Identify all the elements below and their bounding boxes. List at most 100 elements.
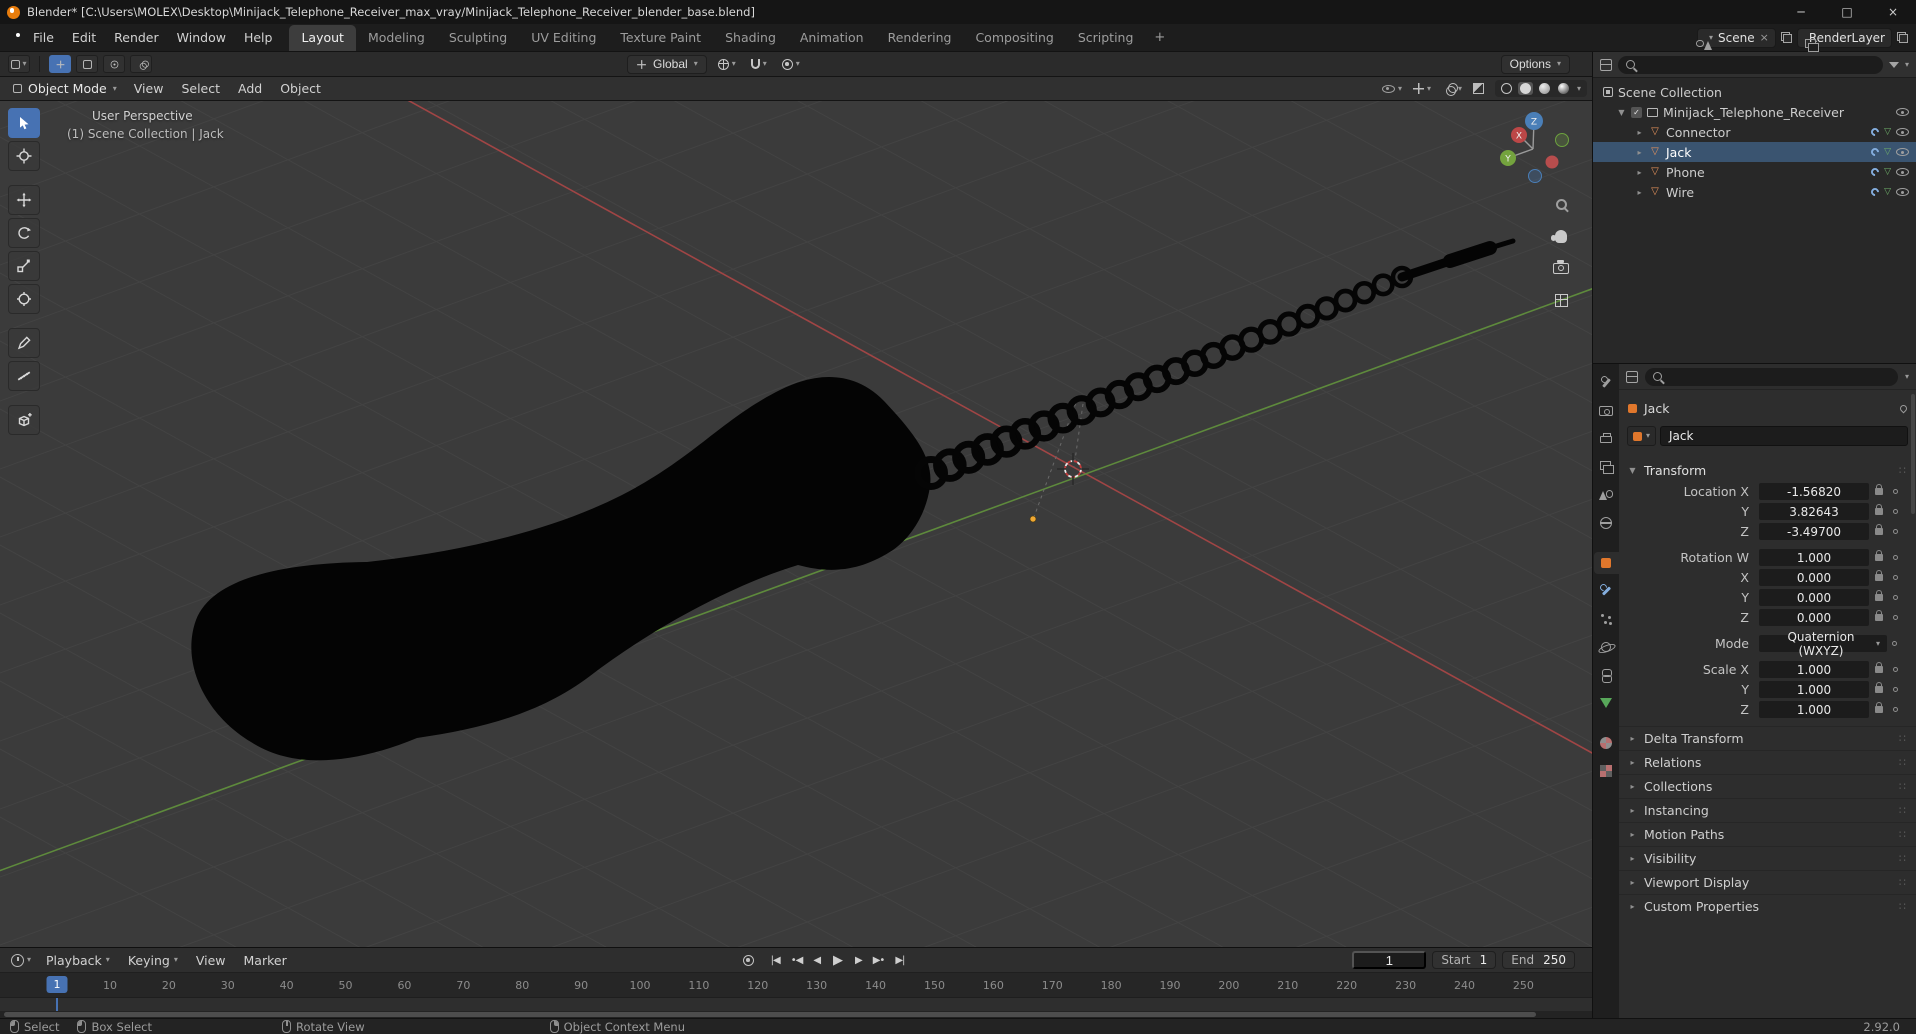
workspace-tab[interactable]: Texture Paint: [608, 25, 713, 51]
value-field[interactable]: 1.000: [1759, 549, 1869, 566]
value-field[interactable]: 0.000: [1759, 569, 1869, 586]
gizmo-axis-y-negative[interactable]: [1555, 133, 1569, 147]
gizmo-axis-z-negative[interactable]: [1528, 169, 1542, 183]
cable-jack-connector[interactable]: [1397, 238, 1516, 282]
collapsed-section[interactable]: ▸ Collections ∷: [1619, 774, 1916, 798]
object-browse-dropdown[interactable]: ▾: [1627, 426, 1657, 446]
visibility-eye-icon[interactable]: [1896, 108, 1909, 116]
timeline-editor-type-button[interactable]: ▾: [7, 952, 35, 969]
auto-keying-toggle[interactable]: [739, 953, 758, 968]
visibility-eye-icon[interactable]: [1896, 148, 1909, 156]
blender-menu-button[interactable]: [0, 30, 24, 45]
lock-icon[interactable]: [1874, 662, 1883, 673]
tab-material[interactable]: [1594, 732, 1619, 754]
animate-dot-icon[interactable]: [1893, 595, 1898, 600]
outliner-item-phone[interactable]: ▸ ▽ Phone ▽: [1593, 162, 1916, 182]
unlink-icon[interactable]: ×: [1760, 31, 1769, 44]
tab-render[interactable]: [1594, 400, 1619, 422]
properties-scrollbar[interactable]: [1911, 394, 1915, 514]
tab-tool[interactable]: [1594, 372, 1619, 394]
timeline-next-frame[interactable]: ▶: [850, 953, 867, 968]
tool-transform[interactable]: [8, 284, 40, 314]
animate-dot-icon[interactable]: [1893, 489, 1898, 494]
view-layer-selector[interactable]: RenderLayer: [1796, 27, 1892, 48]
orthographic-toggle-button[interactable]: [1548, 287, 1574, 313]
drag-handle-icon[interactable]: ∷: [1899, 828, 1907, 841]
shading-solid-button[interactable]: [1517, 82, 1533, 95]
scrollbar-thumb[interactable]: [4, 1012, 1536, 1017]
overlays-dropdown[interactable]: ▾: [1438, 81, 1466, 96]
tab-view-layer[interactable]: [1594, 456, 1619, 478]
timeline-menu[interactable]: View▾: [187, 948, 235, 972]
telephone-handset-silhouette[interactable]: [191, 377, 931, 761]
animate-dot-icon[interactable]: [1893, 509, 1898, 514]
current-frame-field[interactable]: 1: [1352, 951, 1427, 969]
outliner-item-connector[interactable]: ▸ ▽ Connector ▽: [1593, 122, 1916, 142]
snap-toggle[interactable]: ▾: [747, 57, 771, 71]
window-close[interactable]: ×: [1870, 0, 1916, 24]
value-field[interactable]: 0.000: [1759, 589, 1869, 606]
workspace-tab[interactable]: Shading: [713, 25, 788, 51]
active-tool-dropdown[interactable]: ▾: [8, 55, 30, 73]
drag-handle-icon[interactable]: ∷: [1899, 756, 1907, 769]
timeline-prev-keyframe[interactable]: •◀: [786, 953, 808, 968]
tab-scene[interactable]: [1594, 484, 1619, 506]
drag-handle-icon[interactable]: ∷: [1899, 732, 1907, 745]
properties-editor-icon[interactable]: [1626, 370, 1638, 383]
value-field[interactable]: 1.000: [1759, 661, 1869, 678]
pivot-point-dropdown[interactable]: ▾: [714, 57, 740, 72]
timeline-play[interactable]: ▶: [826, 952, 849, 969]
collapsed-section[interactable]: ▸ Relations ∷: [1619, 750, 1916, 774]
drag-handle-icon[interactable]: ∷: [1899, 804, 1907, 817]
expand-arrow-icon[interactable]: ▸: [1635, 128, 1644, 137]
tool-cursor[interactable]: [8, 141, 40, 171]
gizmos-dropdown[interactable]: ▾: [1409, 81, 1435, 96]
shading-wireframe-button[interactable]: [1499, 82, 1514, 95]
tab-output[interactable]: [1594, 428, 1619, 450]
visibility-eye-icon[interactable]: [1896, 168, 1909, 176]
lock-icon[interactable]: [1874, 702, 1883, 713]
scene-selector[interactable]: ▾ Scene ×: [1696, 27, 1776, 48]
camera-view-button[interactable]: [1548, 255, 1574, 281]
viewport-menu[interactable]: View: [125, 77, 173, 100]
animate-dot-icon[interactable]: [1893, 707, 1898, 712]
tab-physics[interactable]: [1594, 636, 1619, 658]
topbar-menu[interactable]: File: [24, 24, 63, 51]
mode-selector[interactable]: Object Mode ▾: [5, 81, 125, 96]
add-workspace-button[interactable]: +: [1145, 30, 1174, 45]
timeline-ruler[interactable]: 10 20 30 40 50 60 70 80 90 100 110 120 130 140 150 160 1…: [0, 973, 1592, 998]
drag-handle-icon[interactable]: ∷: [1899, 876, 1907, 889]
timeline-prev-frame[interactable]: ◀: [808, 953, 825, 968]
timeline-next-keyframe[interactable]: ▶•: [868, 953, 890, 968]
tab-texture[interactable]: [1594, 760, 1619, 782]
zoom-button[interactable]: [1548, 191, 1574, 217]
value-field[interactable]: 1.000: [1759, 681, 1869, 698]
gizmo-axis-x-negative[interactable]: [1545, 155, 1559, 169]
lock-icon[interactable]: [1874, 484, 1883, 495]
animate-dot-icon[interactable]: [1893, 575, 1898, 580]
workspace-tab[interactable]: Modeling: [356, 25, 437, 51]
filter-icon[interactable]: [1888, 61, 1899, 68]
outliner-item-scene-collection[interactable]: Scene Collection: [1593, 82, 1916, 102]
timeline-menu[interactable]: Marker▾: [235, 948, 296, 972]
viewport-menu[interactable]: Object: [271, 77, 330, 100]
tab-object[interactable]: [1593, 552, 1619, 574]
animate-dot-icon[interactable]: [1893, 555, 1898, 560]
tab-data[interactable]: [1594, 692, 1619, 714]
lock-icon[interactable]: [1874, 550, 1883, 561]
value-field[interactable]: 3.82643: [1759, 503, 1869, 520]
visibility-eye-icon[interactable]: [1896, 188, 1909, 196]
tool-scale[interactable]: [8, 251, 40, 281]
topbar-menu[interactable]: Window: [168, 24, 235, 51]
tool-rotate[interactable]: [8, 218, 40, 248]
viewport-canvas[interactable]: [0, 101, 1592, 947]
animate-dot-icon[interactable]: [1893, 687, 1898, 692]
end-frame-field[interactable]: End 250: [1502, 951, 1575, 969]
topbar-menu[interactable]: Render: [105, 24, 168, 51]
tool-add-cube[interactable]: [8, 405, 40, 435]
coiled-cable[interactable]: [914, 265, 1414, 490]
value-field[interactable]: -1.56820: [1759, 483, 1869, 500]
rotation-mode-dropdown[interactable]: Quaternion (WXYZ) ▾: [1759, 630, 1887, 658]
navigation-gizmo[interactable]: Z X Y: [1487, 101, 1579, 193]
value-field[interactable]: -3.49700: [1759, 523, 1869, 540]
